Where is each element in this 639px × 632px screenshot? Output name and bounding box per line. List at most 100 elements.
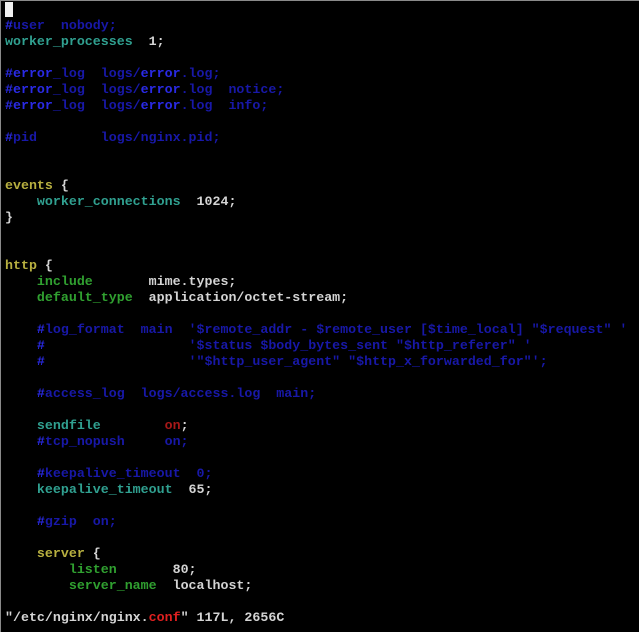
code-token: _log logs/ bbox=[52, 98, 141, 113]
code-token: gzip on; bbox=[44, 514, 117, 529]
code-line[interactable]: worker_connections 1024; bbox=[5, 194, 237, 210]
code-line[interactable]: include mime.types; bbox=[5, 274, 237, 290]
code-token: on bbox=[164, 418, 181, 433]
code-token: # bbox=[5, 18, 13, 33]
code-line[interactable]: #error_log logs/error.log; bbox=[5, 66, 220, 82]
code-token: # bbox=[36, 386, 45, 401]
code-token: keepalive_timeout bbox=[36, 482, 173, 497]
code-line[interactable]: #tcp_nopush on; bbox=[5, 434, 189, 450]
code-token: " 117L, 2656C bbox=[180, 610, 285, 625]
code-line[interactable]: } bbox=[5, 210, 13, 226]
code-token: 1024; bbox=[180, 194, 237, 209]
code-line[interactable]: #keepalive_timeout 0; bbox=[5, 466, 213, 482]
code-line[interactable]: worker_processes 1; bbox=[5, 34, 165, 50]
code-token: _log logs/ bbox=[52, 66, 141, 81]
code-token: # bbox=[36, 434, 45, 449]
code-token: # bbox=[5, 98, 13, 113]
code-token: error bbox=[12, 66, 53, 81]
code-token: mime.types; bbox=[92, 274, 237, 289]
code-token: '$status $body_bytes_sent "$http_referer… bbox=[44, 338, 532, 353]
code-token: server_name bbox=[68, 578, 157, 593]
code-token: # bbox=[5, 66, 13, 81]
code-line[interactable]: #access_log logs/access.log main; bbox=[5, 386, 316, 402]
code-token: pid logs/nginx.pid; bbox=[12, 130, 221, 145]
code-line[interactable]: #gzip on; bbox=[5, 514, 117, 530]
code-line[interactable]: default_type application/octet-stream; bbox=[5, 290, 348, 306]
code-token: http bbox=[5, 258, 37, 273]
code-line[interactable]: listen 80; bbox=[5, 562, 197, 578]
text-cursor bbox=[5, 2, 13, 17]
code-token: error bbox=[140, 82, 181, 97]
code-line[interactable]: #pid logs/nginx.pid; bbox=[5, 130, 220, 146]
code-token: 1; bbox=[132, 34, 165, 49]
code-token: ; bbox=[180, 418, 189, 433]
code-token: log_format main '$remote_addr - $remote_… bbox=[44, 322, 628, 337]
code-line[interactable]: keepalive_timeout 65; bbox=[5, 482, 213, 498]
code-token: "/etc/nginx/nginx. bbox=[5, 610, 149, 625]
code-token: # bbox=[36, 354, 45, 369]
code-token: error bbox=[140, 66, 181, 81]
code-line[interactable]: server { bbox=[5, 546, 101, 562]
code-token: user nobody; bbox=[12, 18, 117, 33]
code-token: # bbox=[36, 514, 45, 529]
code-token: localhost; bbox=[156, 578, 253, 593]
terminal-window[interactable]: #user nobody; worker_processes 1; #error_l… bbox=[0, 0, 639, 632]
code-token: server bbox=[36, 546, 85, 561]
code-token: error bbox=[12, 98, 53, 113]
code-token: .log info; bbox=[180, 98, 269, 113]
code-token: include bbox=[36, 274, 93, 289]
code-line[interactable]: events { bbox=[5, 178, 69, 194]
code-token: listen bbox=[68, 562, 117, 577]
code-token: tcp_nopush on; bbox=[44, 434, 189, 449]
code-line[interactable]: # '"$http_user_agent" "$http_x_forwarded… bbox=[5, 354, 548, 370]
code-token: # bbox=[36, 338, 45, 353]
code-token: # bbox=[36, 466, 45, 481]
code-token: } bbox=[5, 210, 13, 225]
code-token: { bbox=[84, 546, 101, 561]
code-token: { bbox=[52, 178, 69, 193]
code-line[interactable]: #log_format main '$remote_addr - $remote… bbox=[5, 322, 627, 338]
code-token: application/octet-stream; bbox=[132, 290, 349, 305]
code-line[interactable]: #error_log logs/error.log notice; bbox=[5, 82, 284, 98]
code-token: # bbox=[36, 322, 45, 337]
code-token: 65; bbox=[172, 482, 213, 497]
code-token: access_log logs/access.log main; bbox=[44, 386, 317, 401]
code-line[interactable]: sendfile on; bbox=[5, 418, 189, 434]
code-token: default_type bbox=[36, 290, 133, 305]
code-token: { bbox=[36, 258, 53, 273]
code-line[interactable]: # '$status $body_bytes_sent "$http_refer… bbox=[5, 338, 532, 354]
code-token: error bbox=[12, 82, 53, 97]
code-token: error bbox=[140, 98, 181, 113]
code-token: .log notice; bbox=[180, 82, 285, 97]
vim-status-line: "/etc/nginx/nginx.conf" 117L, 2656C bbox=[5, 610, 284, 626]
code-token: keepalive_timeout 0; bbox=[44, 466, 213, 481]
code-token: .log; bbox=[180, 66, 221, 81]
code-token: worker_connections bbox=[36, 194, 181, 209]
code-line[interactable]: server_name localhost; bbox=[5, 578, 253, 594]
code-token: 80; bbox=[116, 562, 197, 577]
code-line[interactable]: #error_log logs/error.log info; bbox=[5, 98, 268, 114]
code-token: # bbox=[5, 82, 13, 97]
code-line[interactable]: #user nobody; bbox=[5, 18, 117, 34]
code-token: '"$http_user_agent" "$http_x_forwarded_f… bbox=[44, 354, 548, 369]
code-line[interactable]: http { bbox=[5, 258, 53, 274]
code-token: conf bbox=[148, 610, 181, 625]
code-token: events bbox=[5, 178, 53, 193]
code-token: # bbox=[5, 130, 13, 145]
